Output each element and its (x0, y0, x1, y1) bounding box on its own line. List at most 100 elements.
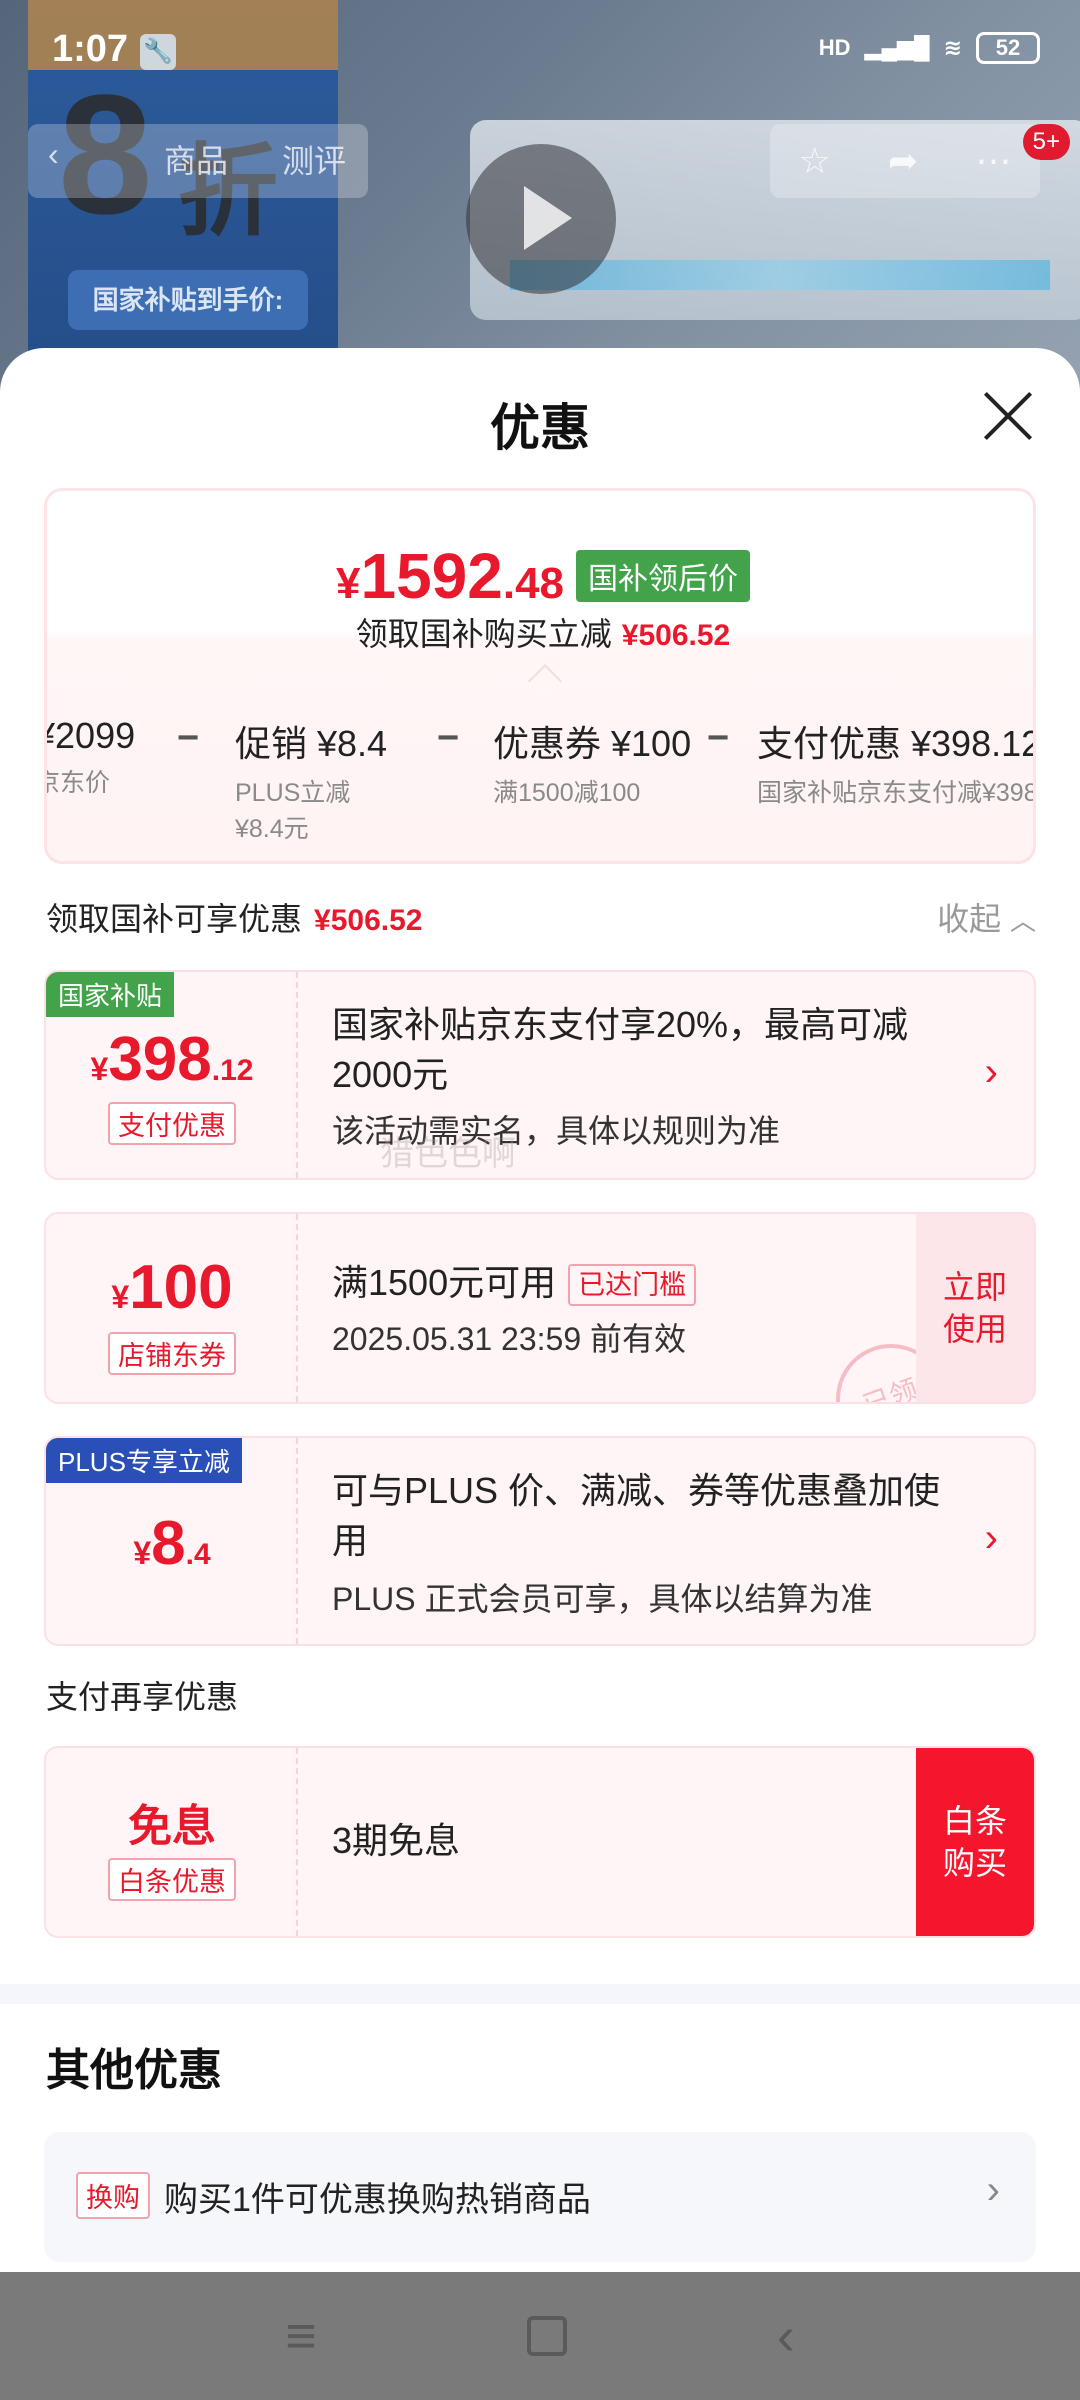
other-offer-text: 购买1件可优惠换购热销商品 (164, 2181, 591, 2219)
signal-icon: ▂▄▆█ (864, 35, 930, 60)
breakdown-payment: 支付优惠 ¥398.12 国家补贴京东支付减¥398.12 (757, 715, 1036, 811)
coupon-main: 满1500元可用 已达门槛 (332, 1258, 697, 1308)
use-now-label: 立即使用 (942, 1269, 1007, 1347)
chevron-right-icon[interactable]: › (987, 2168, 1000, 2213)
amount-yen: ¥ (111, 1279, 130, 1315)
coupon-main-text: 满1500元可用 (332, 1262, 557, 1303)
breakdown-main: 优惠券 ¥100 (493, 723, 692, 764)
section-heading-amount: ¥506.52 (314, 904, 423, 937)
status-bar: 1:07 🔧 HD ▂▄▆█ ≋ 52 (0, 0, 1080, 100)
breakdown-main: ¥2099 (44, 715, 136, 756)
price-badge: 国补领后价 (576, 550, 751, 602)
coupon-big-text: 免息 (128, 1802, 216, 1851)
breakdown-sub: PLUS立减 ¥8.4元 (235, 779, 351, 843)
section-heading-text: 领取国补可享优惠 (46, 901, 303, 937)
threshold-badge: 已达门槛 (568, 1264, 697, 1307)
amount-int: 8 (151, 1509, 186, 1578)
play-video-button[interactable] (466, 144, 616, 294)
coupon-main-text: 3期免息 (332, 1820, 461, 1861)
system-nav-bar: ≡ ‹ (0, 2272, 1080, 2400)
coupon-left: PLUS专享立减 ¥8.4 (46, 1438, 298, 1644)
coupon-main-text: 国家补贴京东支付享20%，最高可减2000元 (332, 1004, 909, 1095)
exchange-tag: 换购 (76, 2172, 150, 2219)
wrench-icon: 🔧 (140, 34, 176, 70)
collapse-label: 收起 (937, 901, 1002, 937)
amount-int: 398 (108, 1025, 212, 1094)
watermark-text: 猎色色啊 (380, 1135, 516, 1173)
amount-yen: ¥ (133, 1535, 152, 1571)
breakdown-main: 促销 ¥8.4 (235, 723, 388, 764)
coupon-label: 支付优惠 (46, 1102, 298, 1145)
coupon-national-subsidy[interactable]: 国家补贴 ¥398.12 支付优惠 国家补贴京东支付享20%，最高可减2000元… (44, 970, 1036, 1180)
breakdown-coupon: 优惠券 ¥100 满1500减100 (493, 715, 691, 811)
message-badge: 5+ (1022, 124, 1070, 160)
breakdown-promo: 促销 ¥8.4 PLUS立减 ¥8.4元 (235, 715, 387, 847)
coupon-left: 免息 白条优惠 (46, 1748, 298, 1936)
coupon-sub-text: PLUS 正式会员可享，具体以结算为准 (332, 1581, 873, 1617)
coupon-label: 店铺东券 (46, 1332, 298, 1375)
discount-sheet: 优惠 ¥ 1592 .48 国补领后价 领取国补购买立减 ¥506.52 ¥209… (0, 348, 1080, 2272)
amount-dec: .4 (185, 1538, 211, 1571)
coupon-main-text: 可与PLUS 价、满减、券等优惠叠加使用 (332, 1470, 941, 1561)
breakdown-main: 支付优惠 ¥398.12 (757, 723, 1036, 764)
back-icon[interactable]: ‹ (48, 136, 59, 173)
minus-sign: − (707, 717, 730, 759)
chevron-right-icon[interactable]: › (985, 1516, 998, 1561)
reduce-amount: ¥506.52 (621, 619, 731, 652)
breakdown-sub: 京东价 (47, 769, 111, 797)
coupon-amount: ¥100 (46, 1252, 298, 1323)
chevron-right-icon[interactable]: › (985, 1050, 998, 1095)
final-price-yen: ¥ (335, 559, 361, 608)
wifi-icon: ≋ (943, 35, 962, 60)
network-label: HD (818, 35, 851, 60)
coupon-plus[interactable]: PLUS专享立减 ¥8.4 可与PLUS 价、满减、券等优惠叠加使用 PLUS … (44, 1436, 1036, 1646)
coupon-left: ¥100 店铺东券 (46, 1214, 298, 1402)
final-price: ¥ 1592 .48 国补领后价 (47, 539, 1033, 613)
use-now-button[interactable]: 立即使用 (916, 1214, 1034, 1402)
amount-dec: .12 (211, 1054, 254, 1087)
other-offer-item[interactable]: 换购 购买1件可优惠换购热销商品 › (44, 2132, 1036, 2262)
close-icon[interactable] (980, 388, 1036, 444)
breakdown-sub: 满1500减100 (493, 779, 641, 807)
tab-product[interactable]: 商品 (164, 136, 228, 182)
home-icon[interactable] (526, 2316, 567, 2356)
breakdown-sub: 国家补贴京东支付减¥398.12 (757, 779, 1033, 807)
baitiao-buy-button[interactable]: 白条购买 (916, 1748, 1034, 1936)
baitiao-buy-label: 白条购买 (942, 1803, 1007, 1881)
collapse-toggle[interactable]: 收起 ︿ (937, 894, 1036, 940)
pointer-arrow (528, 664, 562, 698)
back-icon[interactable]: ‹ (777, 2305, 795, 2367)
coupon-store: ¥100 店铺东券 满1500元可用 已达门槛 2025.05.31 23:59 … (44, 1212, 1036, 1404)
reduce-line: 领取国补购买立减 ¥506.52 (47, 609, 1033, 655)
menu-icon[interactable]: ≡ (285, 2305, 317, 2367)
section-divider (0, 1984, 1080, 2004)
coupon-sub-text: 2025.05.31 23:59 前有效 (332, 1321, 687, 1357)
nav-icon-group: ☆ ➦ ⋯ (770, 124, 1040, 198)
star-icon[interactable]: ☆ (799, 140, 831, 182)
reduce-text: 领取国补购买立减 (355, 616, 612, 652)
status-time: 1:07 (52, 28, 129, 70)
coupon-tag: PLUS专享立减 (46, 1438, 242, 1483)
coupon-baitiao: 免息 白条优惠 3期免息 白条购买 (44, 1746, 1036, 1938)
minus-sign: − (177, 717, 200, 759)
coupon-label: 白条优惠 (46, 1858, 298, 1901)
coupon-amount: ¥8.4 (46, 1508, 298, 1579)
tab-review[interactable]: 测评 (282, 136, 346, 182)
share-icon[interactable]: ➦ (888, 140, 918, 182)
chevron-up-icon: ︿ (1009, 906, 1036, 936)
breakdown-jd-price: ¥2099 京东价 (44, 715, 136, 801)
more-icon[interactable]: ⋯ (975, 140, 1011, 182)
minus-sign: − (437, 717, 460, 759)
other-offers-title: 其他优惠 (46, 2046, 222, 2095)
coupon-tag: 国家补贴 (46, 972, 175, 1017)
pay-section-heading: 支付再享优惠 (46, 1679, 239, 1715)
battery-indicator: 52 (976, 32, 1040, 64)
amount-int: 100 (129, 1253, 233, 1322)
amount-yen: ¥ (90, 1051, 109, 1087)
sheet-title: 优惠 (490, 400, 590, 456)
coupon-amount: ¥398.12 (46, 1024, 298, 1095)
price-summary-card: ¥ 1592 .48 国补领后价 领取国补购买立减 ¥506.52 ¥2099 京… (44, 488, 1036, 864)
coupon-label-text: 支付优惠 (108, 1102, 236, 1145)
final-price-dec: .48 (502, 559, 565, 608)
back-tab-group[interactable]: ‹ 商品 测评 (28, 124, 368, 198)
